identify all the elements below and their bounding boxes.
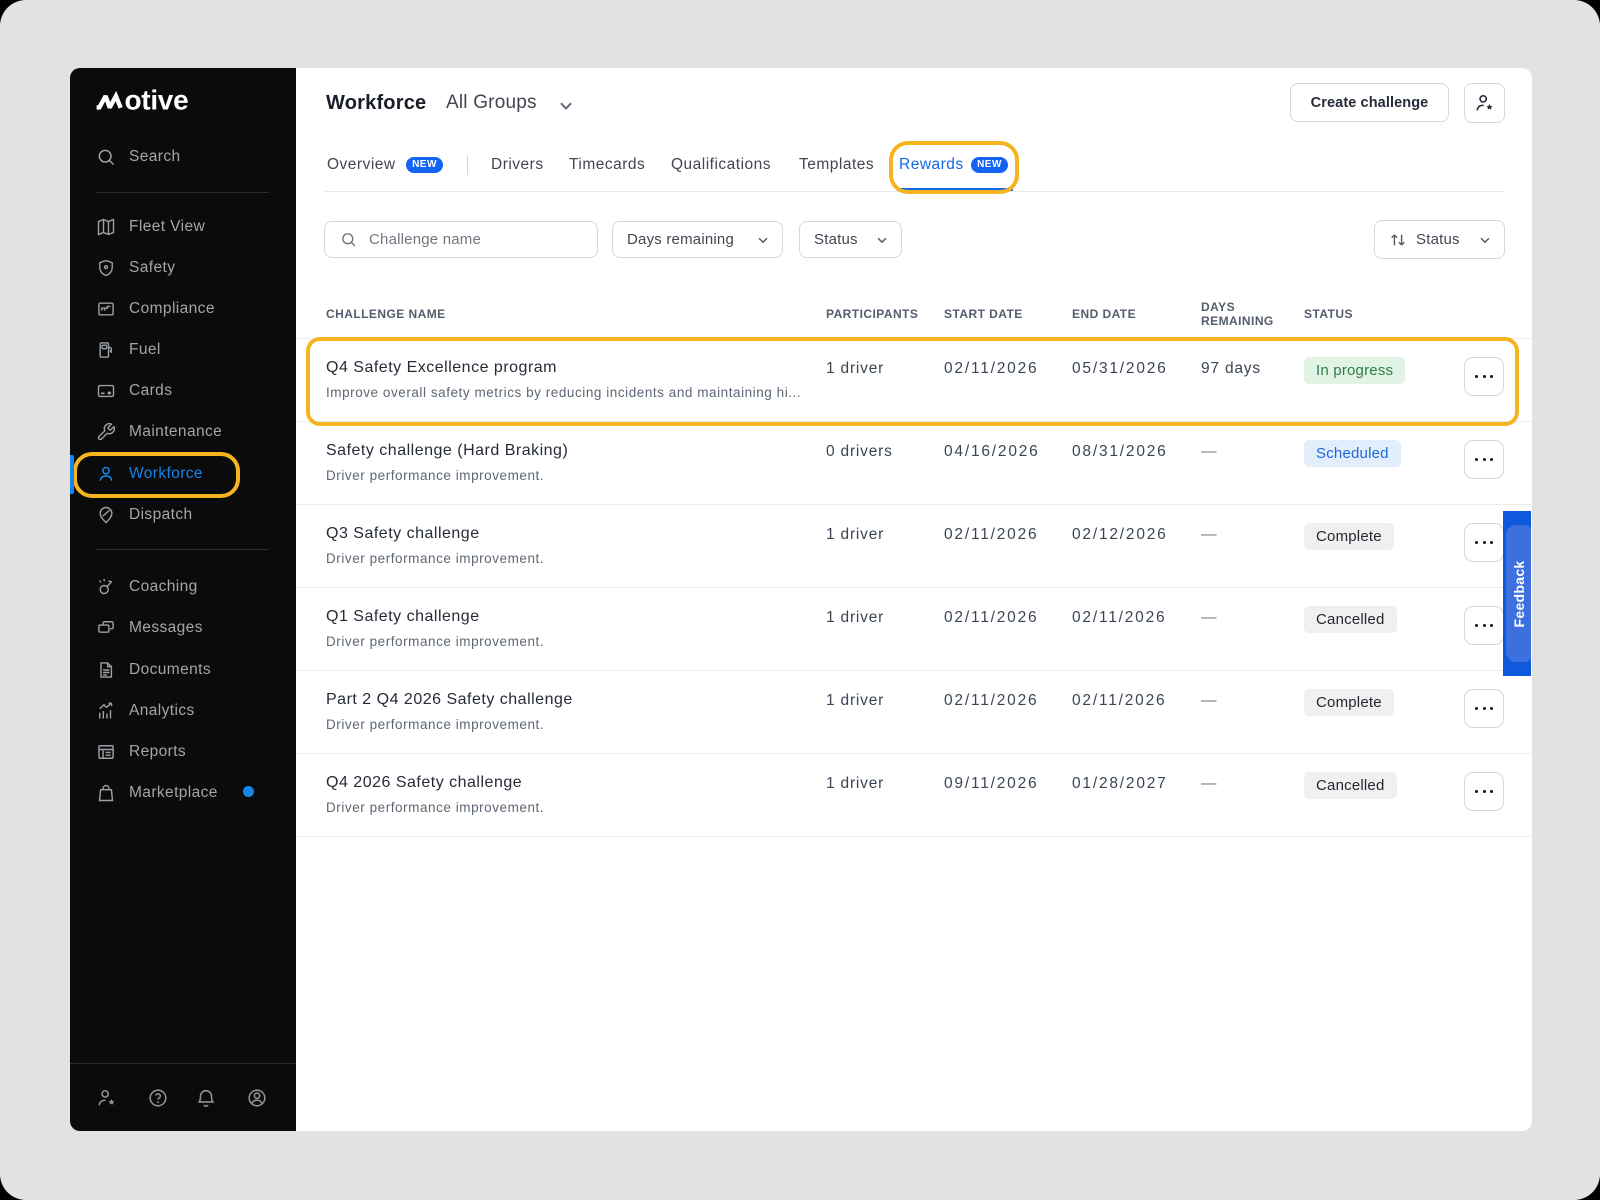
svg-text:otive: otive — [125, 88, 189, 114]
